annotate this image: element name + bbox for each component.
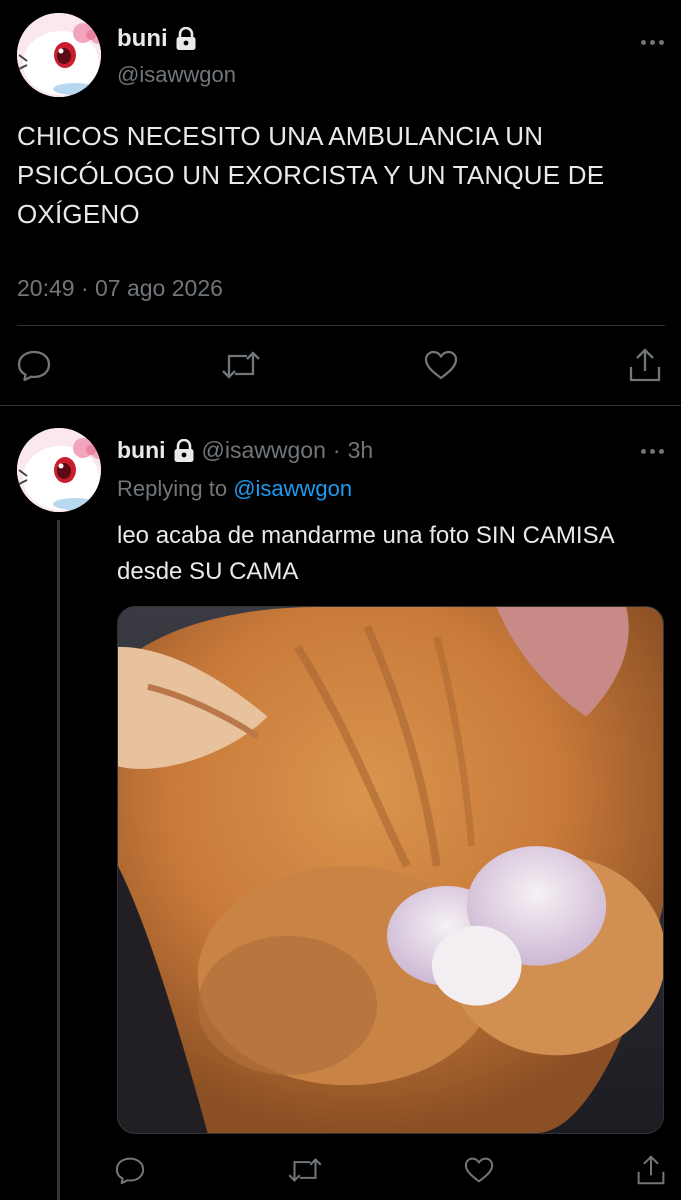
- display-name[interactable]: buni: [117, 25, 168, 53]
- more-options-icon[interactable]: [641, 37, 667, 47]
- reply-icon[interactable]: [115, 1156, 145, 1184]
- reply-icon[interactable]: [17, 349, 51, 381]
- like-icon[interactable]: [464, 1156, 494, 1184]
- thread-line: [57, 520, 60, 1200]
- share-icon[interactable]: [636, 1154, 666, 1186]
- like-icon[interactable]: [424, 349, 458, 381]
- hello-kitty-avatar-icon: [17, 428, 101, 512]
- replying-prefix: Replying to: [117, 476, 228, 501]
- display-name[interactable]: buni: [117, 437, 166, 464]
- retweet-icon[interactable]: [287, 1156, 323, 1184]
- replying-to: Replying to @isawwgon: [117, 476, 352, 502]
- handle[interactable]: @isawwgon: [202, 437, 326, 464]
- handle[interactable]: @isawwgon: [117, 62, 236, 88]
- cat-covering-face-photo-icon: [118, 607, 663, 1133]
- tweet-text: CHICOS NECESITO UNA AMBULANCIA UN PSICÓL…: [17, 121, 605, 229]
- avatar[interactable]: [17, 13, 101, 97]
- more-options-icon[interactable]: [641, 446, 667, 456]
- mention-link[interactable]: @isawwgon: [233, 476, 352, 501]
- main-tweet: buni @isawwgon CHICOS NECESITO UNA AMBUL…: [0, 0, 681, 406]
- reply-avatar[interactable]: [17, 428, 101, 512]
- share-icon[interactable]: [628, 347, 662, 383]
- tweet-media[interactable]: [117, 606, 664, 1134]
- lock-icon: [173, 438, 195, 463]
- separator-dot: ·: [332, 437, 341, 463]
- reply-text: leo acaba de mandarme una foto SIN CAMIS…: [117, 522, 614, 585]
- relative-time[interactable]: 3h: [348, 437, 374, 464]
- timestamp[interactable]: 20:49 · 07 ago 2026: [17, 275, 223, 302]
- lock-icon: [175, 27, 197, 51]
- hello-kitty-avatar-icon: [17, 13, 101, 97]
- reply-header: buni @isawwgon · 3h: [117, 437, 373, 464]
- divider: [17, 325, 665, 326]
- retweet-icon[interactable]: [221, 349, 261, 381]
- tweet-divider: [0, 405, 681, 406]
